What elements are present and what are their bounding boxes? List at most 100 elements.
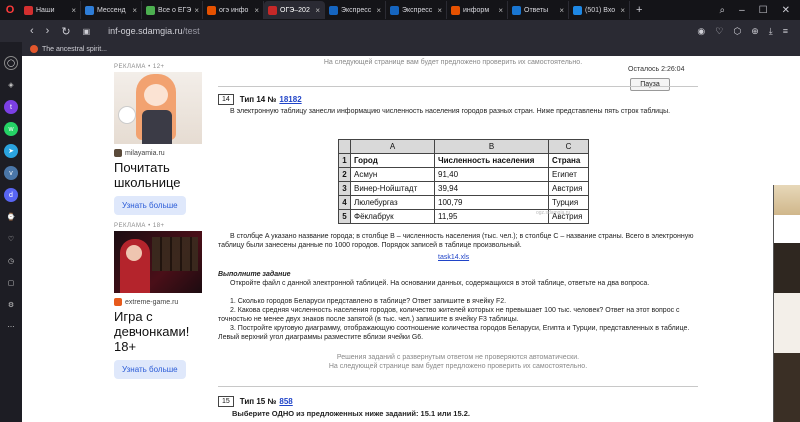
column-header: B bbox=[434, 139, 549, 154]
tab-label: (501) Вхо bbox=[585, 6, 616, 14]
panel-image bbox=[774, 185, 800, 215]
telegram-icon[interactable]: ➤ bbox=[4, 144, 18, 158]
maximize-icon[interactable]: ☐ bbox=[759, 5, 768, 16]
ad-source[interactable]: extreme-game.ru bbox=[114, 298, 208, 306]
search-tabs-icon[interactable]: ⌕ bbox=[719, 5, 725, 16]
corner-cell bbox=[338, 139, 351, 154]
menu-icon[interactable]: ≡ bbox=[783, 26, 788, 37]
tab-strip: Наши × Мессенд × Все о ЕГЭ × огэ инфо × ОГЭ–202 ×… bbox=[20, 1, 630, 19]
tab-label: Все о ЕГЭ bbox=[158, 6, 192, 14]
browser-tab[interactable]: Наши × bbox=[20, 1, 81, 19]
tab-close-icon[interactable]: × bbox=[132, 6, 137, 15]
tab-close-icon[interactable]: × bbox=[437, 6, 442, 15]
ad-source[interactable]: milayamia.ru bbox=[114, 149, 208, 157]
ad-source-text: milayamia.ru bbox=[125, 149, 165, 157]
browser-tab[interactable]: ОГЭ–202 × bbox=[264, 1, 325, 19]
opera-logo-icon[interactable]: O bbox=[0, 0, 20, 20]
forward-icon[interactable]: › bbox=[46, 25, 50, 37]
tab-favicon-icon bbox=[573, 5, 582, 15]
task-id-link[interactable]: 18182 bbox=[279, 95, 301, 104]
extensions-icon[interactable]: ⊕ bbox=[751, 26, 759, 37]
pause-button[interactable]: Пауза bbox=[630, 78, 670, 91]
table-cell: Город bbox=[350, 153, 435, 168]
new-tab-icon[interactable]: + bbox=[630, 4, 648, 16]
cube-icon[interactable]: ▢ bbox=[4, 276, 18, 290]
bookmark-heart-icon[interactable]: ♡ bbox=[715, 26, 723, 37]
tab-favicon-icon bbox=[268, 5, 277, 15]
browser-tab[interactable]: Экспресс × bbox=[386, 1, 447, 19]
history-icon[interactable]: ⌚ bbox=[4, 210, 18, 224]
table-cell: Люлебургаз bbox=[350, 195, 435, 210]
bookmarks-heart-icon[interactable]: ♡ bbox=[4, 232, 18, 246]
vpn-icon[interactable]: ⬡ bbox=[733, 26, 741, 37]
question-1: 1. Сколько городов Беларуси представлено… bbox=[230, 298, 507, 305]
vk-icon[interactable]: v bbox=[4, 166, 18, 180]
browser-tab[interactable]: Мессенд × bbox=[81, 1, 142, 19]
table-cell: Австрия bbox=[548, 181, 589, 196]
tab-label: ОГЭ–202 bbox=[280, 6, 310, 14]
table-cell: Численность населения bbox=[434, 153, 549, 168]
panel-dark-area bbox=[774, 243, 800, 293]
ad-image-anime-girl[interactable] bbox=[114, 72, 202, 144]
tab-close-icon[interactable]: × bbox=[376, 6, 381, 15]
table-cell: 39,94 bbox=[434, 181, 549, 196]
camera-icon[interactable]: ◉ bbox=[697, 26, 705, 37]
tab-label: Экспресс bbox=[341, 6, 372, 14]
table-cell: Винер-Нойштадт bbox=[350, 181, 435, 196]
tab-favicon-icon bbox=[146, 5, 155, 15]
clock-icon[interactable]: ◷ bbox=[4, 254, 18, 268]
file-download-link[interactable]: task14.xls bbox=[438, 254, 469, 261]
floating-side-panel[interactable] bbox=[773, 185, 800, 422]
task-id-link[interactable]: 858 bbox=[279, 397, 292, 406]
tab-close-icon[interactable]: × bbox=[620, 6, 625, 15]
browser-tab[interactable]: информ × bbox=[447, 1, 508, 19]
row-number-cell: 5 bbox=[338, 209, 351, 224]
back-icon[interactable]: ‹ bbox=[30, 25, 34, 37]
tab-close-icon[interactable]: × bbox=[194, 6, 199, 15]
column-header: A bbox=[350, 139, 435, 154]
ad-source-favicon-icon bbox=[114, 149, 122, 157]
ad-title[interactable]: Игра с девчонками! 18+ bbox=[114, 309, 208, 354]
ad-learn-more-button[interactable]: Узнать больше bbox=[114, 360, 186, 379]
aria-icon[interactable]: ◯ bbox=[4, 56, 18, 70]
ad-title[interactable]: Почитать школьнице bbox=[114, 160, 208, 190]
more-icon[interactable]: ⋯ bbox=[4, 320, 18, 334]
browser-tab[interactable]: Экспресс × bbox=[325, 1, 386, 19]
download-icon[interactable]: ⤓ bbox=[769, 26, 773, 37]
ad-game-grid-shape bbox=[152, 237, 198, 271]
table-cell: Фёклабрук bbox=[350, 209, 435, 224]
tab-close-icon[interactable]: × bbox=[71, 6, 76, 15]
url-field[interactable]: inf-oge.sdamgia.ru/test bbox=[108, 26, 200, 36]
lock-icon[interactable]: ▣ bbox=[83, 27, 91, 36]
row-number-cell: 3 bbox=[338, 181, 351, 196]
browser-tab[interactable]: Все о ЕГЭ × bbox=[142, 1, 203, 19]
shopping-icon[interactable]: ◈ bbox=[4, 78, 18, 92]
close-window-icon[interactable]: ✕ bbox=[782, 5, 790, 16]
tab-favicon-icon bbox=[207, 5, 216, 15]
ad-image-game[interactable] bbox=[114, 231, 202, 293]
minimize-icon[interactable]: – bbox=[739, 5, 745, 16]
ad-face-shape bbox=[144, 84, 168, 106]
ad-label: РЕКЛАМА • 12+ bbox=[114, 64, 165, 70]
tab-close-icon[interactable]: × bbox=[254, 6, 259, 15]
tab-close-icon[interactable]: × bbox=[498, 6, 503, 15]
browser-tab[interactable]: огэ инфо × bbox=[203, 1, 264, 19]
discord-icon[interactable]: d bbox=[4, 188, 18, 202]
tab-label: Ответы bbox=[524, 6, 549, 14]
ad-bear-shape bbox=[118, 106, 136, 124]
timer-text: Осталось 2:26:04 bbox=[628, 66, 685, 73]
bookmark-item[interactable]: The ancestral spirit... bbox=[42, 46, 107, 53]
column-header-row: A B C bbox=[338, 139, 589, 154]
browser-tab[interactable]: Ответы × bbox=[508, 1, 569, 19]
table-cell: Турция bbox=[548, 195, 589, 210]
reload-icon[interactable]: ↻ bbox=[61, 25, 70, 38]
whatsapp-icon[interactable]: w bbox=[4, 122, 18, 136]
twitch-icon[interactable]: t bbox=[4, 100, 18, 114]
ad-learn-more-button[interactable]: Узнать больше bbox=[114, 196, 186, 215]
tab-close-icon[interactable]: × bbox=[559, 6, 564, 15]
browser-tab[interactable]: (501) Вхо × bbox=[569, 1, 630, 19]
do-task-intro: Откройте файл с данной электронной табли… bbox=[230, 280, 650, 287]
settings-gear-icon[interactable]: ⚙ bbox=[4, 298, 18, 312]
tab-close-icon[interactable]: × bbox=[315, 6, 320, 15]
table-cell: 100,79 bbox=[434, 195, 549, 210]
